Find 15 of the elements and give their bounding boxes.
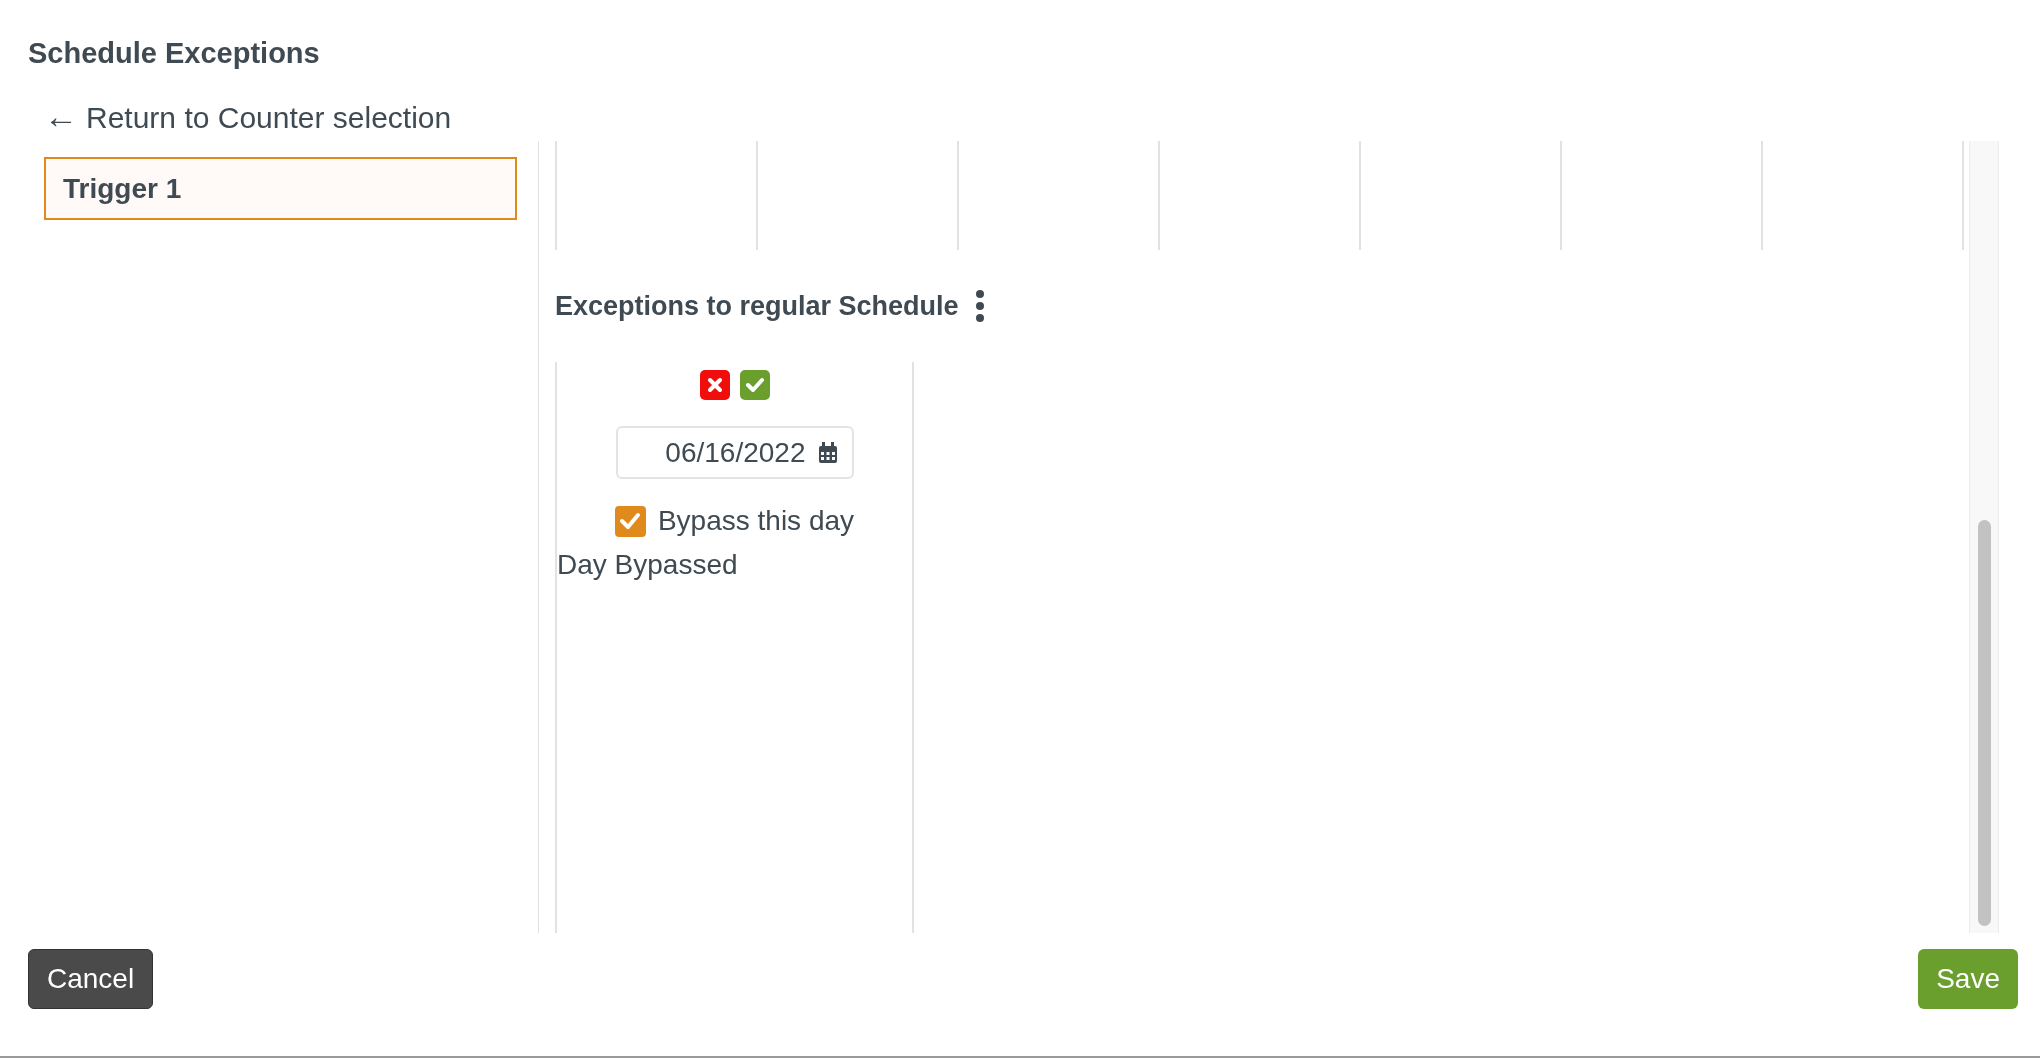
- confirm-button[interactable]: [739, 370, 770, 400]
- page-title: Schedule Exceptions: [27, 36, 321, 69]
- status-text: Day Bypassed: [557, 549, 738, 581]
- scrollbar-track[interactable]: [1969, 141, 1999, 933]
- section-heading: Exceptions to regular Schedule: [555, 290, 959, 322]
- calendar-icon[interactable]: [817, 441, 838, 464]
- checkbox[interactable]: [614, 505, 646, 537]
- checkbox-label: Bypass this day: [657, 505, 855, 537]
- scrollbar-thumb[interactable]: [1978, 520, 1991, 926]
- return-link[interactable]: ← Return to Counter selection: [44, 101, 452, 134]
- cancel-button[interactable]: Cancel: [28, 949, 154, 1009]
- trigger-item[interactable]: Trigger 1: [44, 157, 517, 220]
- delete-button[interactable]: [699, 370, 730, 400]
- more-options-icon[interactable]: [974, 290, 985, 322]
- date-field[interactable]: 06/16/2022: [615, 426, 854, 479]
